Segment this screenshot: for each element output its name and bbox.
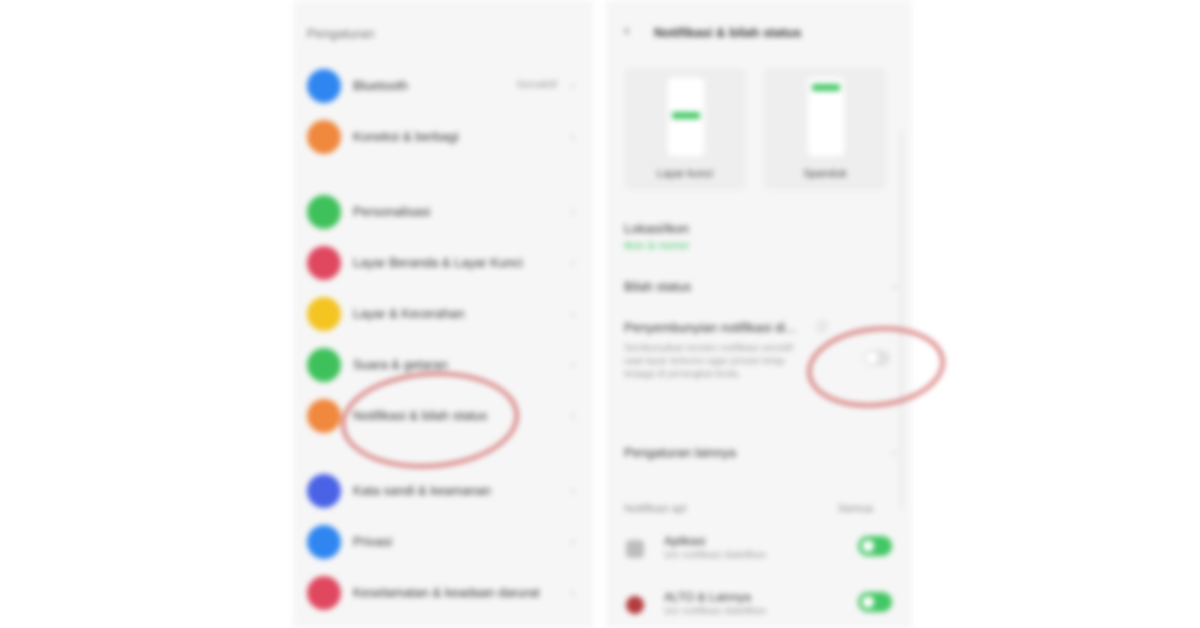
notification-icon [307, 399, 341, 433]
chevron-right-icon: › [570, 533, 575, 549]
lock-icon [307, 474, 341, 508]
app-notifications-header: Notifikasi apl [624, 503, 687, 515]
share-icon [307, 120, 341, 154]
page-header: ‹ Notifikasi & bilah status [606, 20, 912, 48]
notification-bar [672, 112, 700, 119]
chevron-right-icon: › [570, 407, 575, 423]
phone-preview [668, 78, 704, 156]
settings-item-privacy[interactable]: Privasi › [293, 521, 593, 563]
settings-item-label: Suara & getaran [353, 357, 448, 372]
style-option-label: Spanduk [803, 168, 847, 180]
chevron-right-icon: › [570, 203, 575, 219]
settings-item-label: Layar & Kecerahan [353, 306, 465, 321]
brightness-icon [307, 297, 341, 331]
app-subtitle: Izin notifikasi diaktifkan [664, 550, 767, 561]
see-all-link[interactable]: Semua [838, 503, 873, 515]
privacy-setting-description: Sembunyikan konten notifikasi sensitif s… [624, 343, 793, 380]
settings-item-display[interactable]: Layar & Kecerahan › [293, 293, 593, 335]
info-icon[interactable]: ⓘ [816, 318, 828, 335]
emergency-icon [307, 576, 341, 610]
app-notification-toggle[interactable] [858, 592, 892, 612]
app-notification-toggle[interactable] [858, 536, 892, 556]
settings-item-security[interactable]: Kata sandi & keamanan › [293, 470, 593, 512]
chevron-right-icon: › [570, 482, 575, 498]
chevron-right-icon: › [570, 254, 575, 270]
settings-item-label: Layar Beranda & Layar Kunci [353, 255, 523, 270]
phone-preview [808, 78, 844, 156]
sound-icon [307, 348, 341, 382]
app-icon [626, 540, 644, 558]
chevron-right-icon: › [570, 305, 575, 321]
settings-item-bluetooth[interactable]: Bluetooth Nonaktif › [293, 65, 593, 107]
app-icon [626, 596, 644, 614]
style-option-label: Layar kunci [656, 168, 714, 180]
bluetooth-icon [307, 69, 341, 103]
settings-item-label: Keselamatan & keadaan darurat [353, 585, 540, 600]
settings-item-connection[interactable]: Koneksi & berbagi › [293, 116, 593, 158]
app-name: Aplikasi [664, 534, 706, 548]
settings-item-label: Bluetooth [353, 78, 408, 93]
style-option-banner[interactable]: Spanduk [764, 68, 886, 190]
scrollbar[interactable] [900, 130, 903, 510]
privacy-icon [307, 525, 341, 559]
chevron-right-icon: › [892, 445, 897, 460]
chevron-right-icon: › [570, 128, 575, 144]
palette-icon [307, 195, 341, 229]
lock-screen-setting-value: Ikon & nomor [624, 240, 690, 252]
settings-title: Pengaturan [307, 26, 375, 41]
status-bar-setting[interactable]: Bilah status [624, 279, 691, 294]
chevron-right-icon: › [892, 279, 897, 294]
chevron-right-icon: › [570, 584, 575, 600]
settings-item-emergency[interactable]: Keselamatan & keadaan darurat › [293, 572, 593, 614]
lock-screen-setting-label[interactable]: Lokasi/ikon [624, 221, 689, 236]
app-notification-row[interactable]: Aplikasi Izin notifikasi diaktifkan [606, 526, 912, 574]
settings-item-personalization[interactable]: Personalisasi › [293, 191, 593, 233]
app-name: ALTO & Lainnya [664, 590, 751, 604]
privacy-setting-label: Penyembunyian notifikasi di... [624, 320, 796, 335]
notification-bar [812, 84, 840, 91]
style-option-lock-screen[interactable]: Layar kunci [624, 68, 746, 190]
back-arrow-icon[interactable]: ‹ [624, 22, 629, 40]
settings-item-label: Personalisasi [353, 204, 431, 219]
screenshot-stage: Pengaturan Bluetooth Nonaktif › Koneksi … [0, 0, 1200, 628]
chevron-right-icon: › [570, 356, 575, 372]
settings-item-label: Privasi [353, 534, 393, 549]
more-settings-item[interactable]: Pengaturan lainnya [624, 445, 736, 460]
settings-item-value: Nonaktif [516, 79, 557, 91]
settings-item-home-lock[interactable]: Layar Beranda & Layar Kunci › [293, 242, 593, 284]
chevron-right-icon: › [570, 77, 575, 93]
settings-item-label: Kata sandi & keamanan [353, 483, 492, 498]
app-subtitle: Izin notifikasi diaktifkan [664, 606, 767, 617]
notification-settings-panel: ‹ Notifikasi & bilah status Layar kunci … [606, 0, 912, 628]
settings-item-label: Koneksi & berbagi [353, 129, 459, 144]
settings-panel: Pengaturan Bluetooth Nonaktif › Koneksi … [293, 0, 593, 628]
page-title: Notifikasi & bilah status [654, 25, 802, 40]
app-notification-row[interactable]: ALTO & Lainnya Izin notifikasi diaktifka… [606, 582, 912, 628]
home-screen-icon [307, 246, 341, 280]
